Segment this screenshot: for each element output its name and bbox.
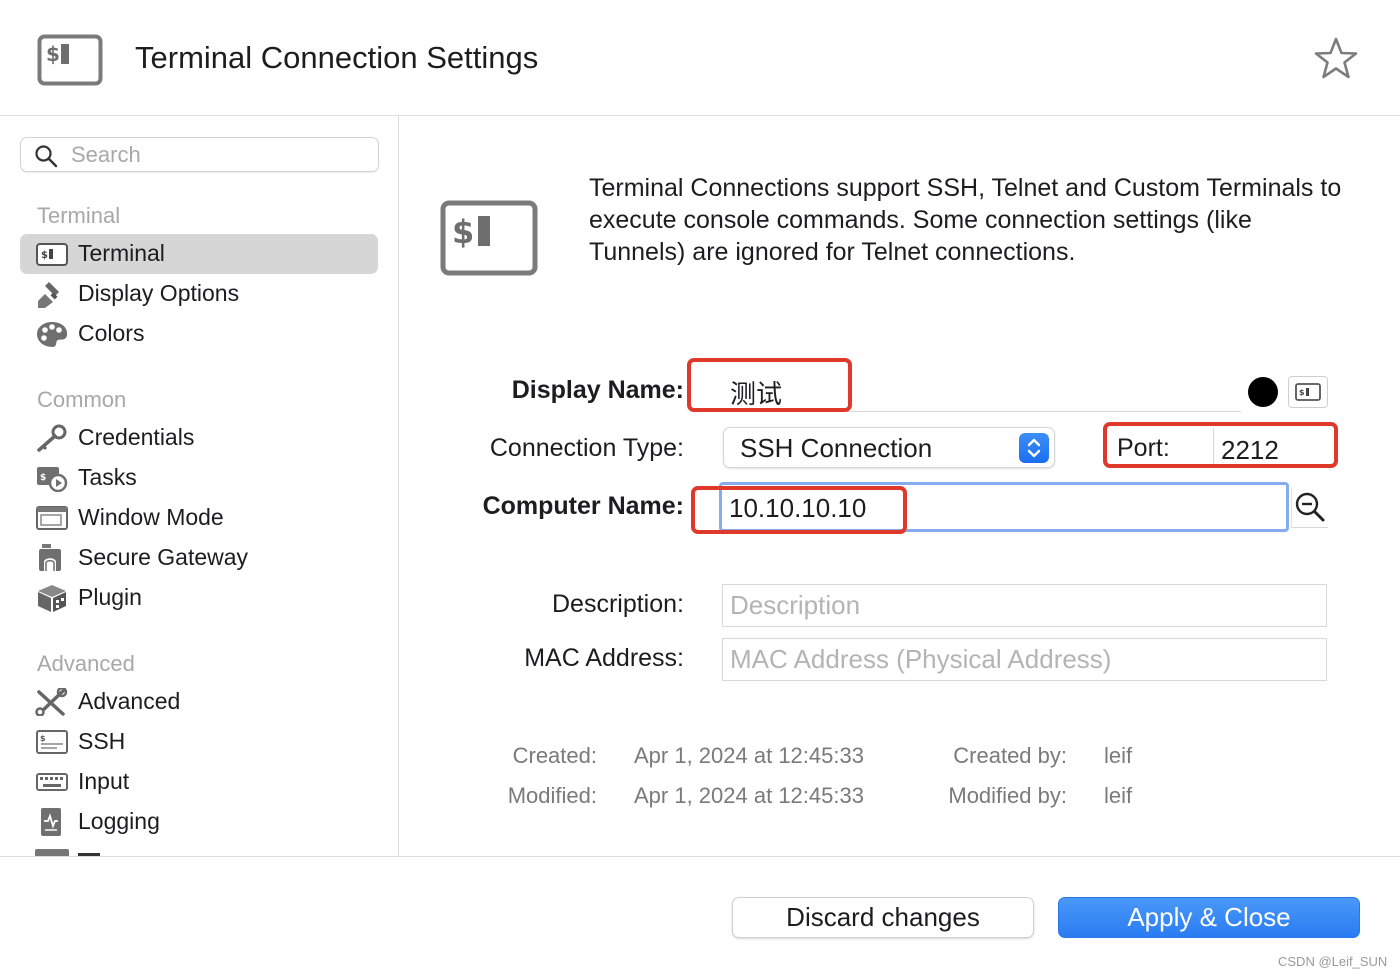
sidebar-item-display-options[interactable]: Display Options [20, 274, 378, 314]
window-header: $ Terminal Connection Settings [0, 0, 1400, 116]
discard-changes-button[interactable]: Discard changes [732, 897, 1034, 938]
sidebar-item-advanced[interactable]: Advanced [20, 682, 378, 722]
sidebar-item-tasks[interactable]: $ Tasks [20, 458, 378, 498]
keyboard-icon [36, 773, 68, 791]
group-label-common: Common [37, 387, 127, 412]
logging-icon [41, 808, 61, 836]
footer: Discard changes Apply & Close [0, 856, 1400, 978]
sidebar-item-label: Logging [78, 808, 160, 834]
ssh-icon: $ [36, 730, 68, 754]
search-box[interactable] [20, 137, 379, 172]
mac-address-placeholder: MAC Address (Physical Address) [730, 644, 1112, 674]
sidebar-item-window-mode[interactable]: Window Mode [20, 498, 378, 538]
connection-type-value: SSH Connection [740, 433, 933, 463]
palette-icon [37, 322, 68, 347]
svg-text:$: $ [40, 734, 46, 743]
terminal-icon: $ [36, 243, 68, 266]
sidebar-item-label: Terminal [78, 240, 165, 266]
description-label: Description: [552, 590, 684, 618]
modified-by-value: leif [1104, 783, 1133, 808]
search-input[interactable] [71, 140, 371, 170]
mac-address-label: MAC Address: [524, 644, 684, 672]
group-label-advanced: Advanced [37, 651, 135, 676]
modified-label: Modified: [507, 783, 597, 808]
created-value: Apr 1, 2024 at 12:45:33 [634, 743, 864, 768]
window-icon [36, 506, 68, 530]
annotation-box-computer-name [691, 486, 907, 534]
terminal-icon: $ [1295, 383, 1321, 401]
sidebar-item-label: Tasks [78, 464, 137, 490]
connection-type-label: Connection Type: [489, 434, 684, 462]
watermark: CSDN @Leif_SUN [1278, 954, 1388, 969]
svg-text:$: $ [40, 473, 46, 483]
search-icon [35, 145, 58, 168]
intro-text: Terminal Connections support SSH, Telnet… [589, 174, 1342, 266]
partially-hidden-item-icon [35, 849, 69, 856]
description-field[interactable]: Description [722, 584, 1327, 627]
group-label-terminal: Terminal [37, 203, 121, 228]
created-label: Created: [512, 743, 597, 768]
sidebar: Terminal $ Terminal Display Options Colo… [0, 116, 399, 856]
sidebar-item-label: Plugin [78, 584, 142, 610]
color-picker-dot[interactable] [1248, 377, 1278, 407]
svg-text:$: $ [46, 42, 60, 66]
svg-text:$: $ [452, 213, 474, 251]
sidebar-item-credentials[interactable]: Credentials [20, 418, 378, 458]
created-by-value: leif [1104, 743, 1133, 768]
sidebar-item-terminal[interactable]: $ Terminal [20, 234, 378, 274]
mac-address-field[interactable]: MAC Address (Physical Address) [722, 638, 1327, 681]
brush-icon [38, 282, 59, 308]
modified-value: Apr 1, 2024 at 12:45:33 [634, 783, 864, 808]
svg-text:$: $ [41, 250, 48, 261]
sidebar-item-colors[interactable]: Colors [20, 314, 378, 354]
gateway-icon [39, 544, 61, 571]
created-by-label: Created by: [953, 743, 1067, 768]
sidebar-item-secure-gateway[interactable]: Secure Gateway [20, 538, 378, 578]
description-placeholder: Description [730, 590, 861, 620]
key-icon [37, 424, 67, 452]
sidebar-item-logging[interactable]: Logging [20, 802, 378, 842]
apply-close-button[interactable]: Apply & Close [1058, 897, 1360, 938]
sidebar-item-label: Window Mode [78, 504, 224, 530]
sidebar-item-plugin[interactable]: Plugin [20, 578, 378, 618]
select-stepper-icon [1019, 433, 1049, 463]
browse-computer-button[interactable] [1291, 488, 1328, 528]
annotation-box-display-name [687, 358, 852, 412]
sidebar-item-label: Advanced [78, 688, 181, 714]
sidebar-item-label: Display Options [78, 280, 240, 306]
terminal-app-icon: $ [37, 34, 103, 86]
favorite-star-icon[interactable] [1313, 36, 1359, 80]
zoom-out-magnifier-icon [1295, 492, 1325, 522]
main-panel: $ Terminal Connections support SSH, Teln… [400, 116, 1400, 856]
tools-icon [35, 688, 68, 716]
sidebar-item-ssh[interactable]: $ SSH [20, 722, 378, 762]
sidebar-item-label: Input [78, 768, 130, 794]
computer-name-label: Computer Name: [482, 492, 684, 520]
svg-text:$: $ [1299, 388, 1305, 397]
terminal-large-icon: $ [440, 200, 538, 276]
sidebar-item-label: Secure Gateway [78, 544, 249, 570]
modified-by-label: Modified by: [948, 783, 1067, 808]
window-title: Terminal Connection Settings [135, 40, 539, 75]
plugin-icon [38, 585, 66, 612]
sidebar-item-label: Credentials [78, 424, 195, 450]
sidebar-item-label: SSH [78, 728, 126, 754]
icon-picker-button[interactable]: $ [1288, 376, 1328, 408]
sidebar-item-input[interactable]: Input [20, 762, 378, 802]
connection-type-select[interactable]: SSH Connection [723, 427, 1055, 468]
sidebar-item-label: Colors [78, 320, 145, 346]
display-name-label: Display Name: [511, 376, 684, 404]
tasks-icon: $ [37, 467, 68, 492]
annotation-box-port [1103, 422, 1338, 468]
